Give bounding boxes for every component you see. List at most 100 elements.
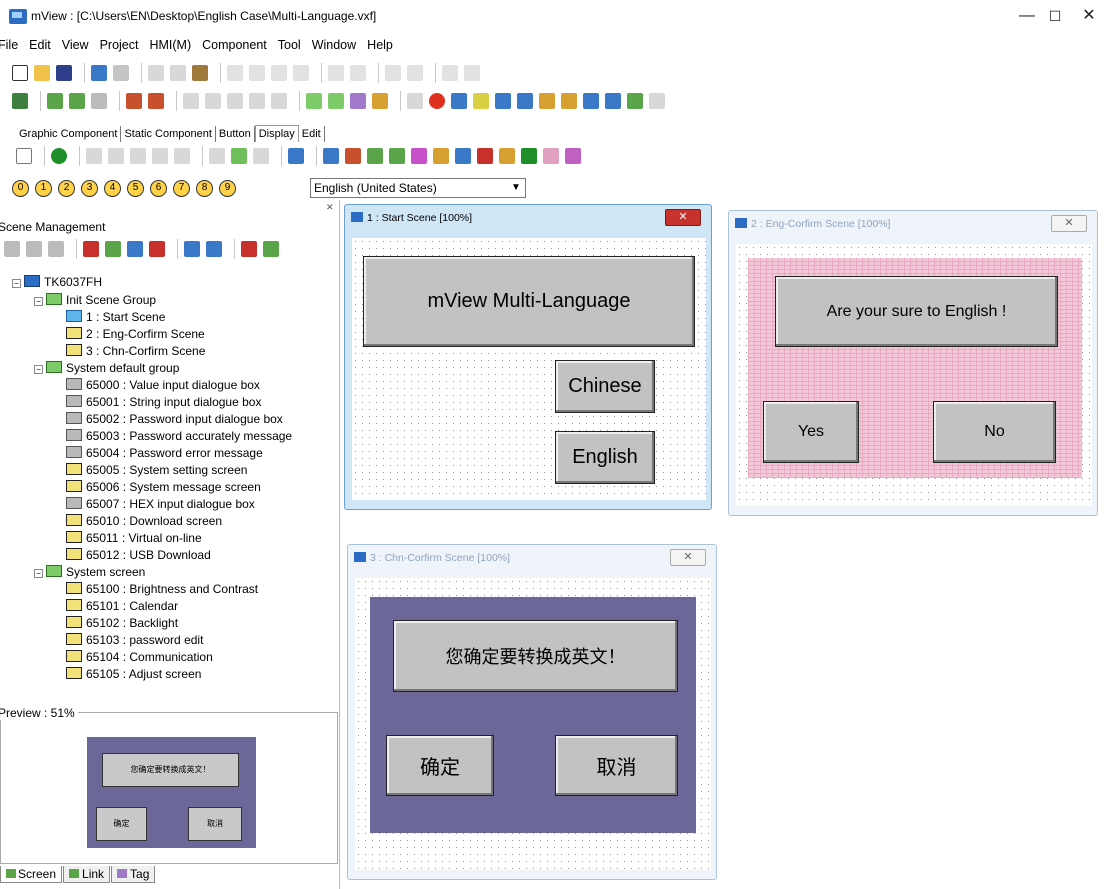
open-folder-icon[interactable] [34,65,50,81]
close-icon[interactable]: ✕ [670,549,706,566]
tree-item[interactable]: 65012 : USB Download [66,547,211,564]
menu-hmi[interactable]: HMI(M) [143,38,196,52]
tree-item[interactable]: 65105 : Adjust screen [66,666,201,683]
english-button[interactable]: English [555,431,655,484]
tree-item[interactable]: 65102 : Backlight [66,615,178,632]
picture-icon[interactable] [288,148,304,164]
menu-edit[interactable]: Edit [23,38,56,52]
bar-graph-icon[interactable] [209,148,225,164]
language-8-button[interactable]: 8 [196,179,213,197]
tree-item[interactable]: 65101 : Calendar [66,598,178,615]
calc-icon[interactable] [649,93,665,109]
link-icon[interactable] [328,93,344,109]
language-1-button[interactable]: 1 [35,179,52,197]
string-table-icon[interactable] [372,93,388,109]
scene-property-icon[interactable] [149,241,165,257]
same-width-icon[interactable] [350,65,366,81]
line-graph-icon[interactable] [411,148,427,164]
language-7-button[interactable]: 7 [173,179,190,197]
collapse-icon[interactable]: − [34,297,43,306]
language-2-button[interactable]: 2 [58,179,75,197]
chn-confirm-message[interactable]: 您确定要转换成英文！ [393,620,678,692]
recipe-icon[interactable] [407,93,423,109]
same-size-icon[interactable] [328,65,344,81]
tree-item[interactable]: 65100 : Brightness and Contrast [66,581,258,598]
event-table-icon[interactable] [477,148,493,164]
tree-item[interactable]: 65003 : Password accurately message [66,428,292,445]
tree-item-start-scene[interactable]: 1 : Start Scene [66,309,165,326]
close-icon[interactable]: ✕ [665,209,701,226]
tag-icon[interactable] [350,93,366,109]
menu-component[interactable]: Component [196,38,272,52]
collapse-icon[interactable]: − [34,569,43,578]
tab-screen[interactable]: Screen [0,866,63,883]
tree-item[interactable]: 65004 : Password error message [66,445,263,462]
arrow-icon[interactable] [521,148,537,164]
key-icon[interactable] [451,93,467,109]
tab-button[interactable]: Button [216,126,255,142]
chevron-down-icon[interactable]: ▼ [509,181,523,195]
eng-confirm-message[interactable]: Are your sure to English ! [775,276,1058,347]
cancel-button[interactable]: 取消 [555,735,678,796]
open-scene-icon[interactable] [184,241,200,257]
yes-button[interactable]: Yes [763,401,859,463]
font-icon[interactable] [464,65,480,81]
history-icon[interactable] [495,93,511,109]
distribute-icon[interactable] [293,65,309,81]
compile-icon[interactable] [12,93,28,109]
tool-icon[interactable] [627,93,643,109]
xy-plot-icon[interactable] [345,148,361,164]
tab-graphic-component[interactable]: Graphic Component [16,126,122,142]
window-icon[interactable] [605,93,621,109]
meter-icon[interactable] [231,148,247,164]
close-scene-icon[interactable] [206,241,222,257]
menu-tool[interactable]: Tool [272,38,306,52]
align-left-icon[interactable] [227,65,243,81]
delete-scene-icon[interactable] [127,241,143,257]
macro-icon[interactable] [539,93,555,109]
pie-icon[interactable] [367,148,383,164]
tree-item[interactable]: 65006 : System message screen [66,479,261,496]
undo-icon[interactable] [91,65,107,81]
recipe-table-icon[interactable] [499,148,515,164]
simulate-icon[interactable] [91,93,107,109]
align-center-icon[interactable] [271,65,287,81]
tab-tag[interactable]: Tag [111,866,156,883]
tree-item[interactable]: 65002 : Password input dialogue box [66,411,283,428]
tab-static-component[interactable]: Static Component [121,126,216,142]
pointer-icon[interactable] [16,148,32,164]
no-button[interactable]: No [933,401,1056,463]
screen-icon[interactable] [183,93,199,109]
language-select[interactable]: English (United States) ▼ [310,178,526,198]
language-9-button[interactable]: 9 [219,179,236,197]
close-button[interactable]: ✕ [1078,6,1100,26]
redo-icon[interactable] [113,65,129,81]
paste-icon[interactable] [192,65,208,81]
trend-icon[interactable] [517,93,533,109]
numeric-display-icon[interactable] [86,148,102,164]
snap-icon[interactable] [227,93,243,109]
grid-icon[interactable] [205,93,221,109]
data-table-icon[interactable] [433,148,449,164]
menu-view[interactable]: View [56,38,94,52]
tree-item-chn-scene[interactable]: 3 : Chn-Corfirm Scene [66,343,205,360]
wave-icon[interactable] [543,148,559,164]
bit-lamp-icon[interactable] [130,148,146,164]
tank-icon[interactable] [253,148,269,164]
group-edit-icon[interactable] [263,241,279,257]
tree-project[interactable]: − TK6037FH [12,274,102,291]
alarm-table-icon[interactable] [455,148,471,164]
trend-graph-icon[interactable] [323,148,339,164]
menu-file[interactable]: File [0,38,23,52]
history-graph-icon[interactable] [389,148,405,164]
copy-icon[interactable] [170,65,186,81]
menu-window[interactable]: Window [306,38,361,52]
tree-item[interactable]: 65103 : password edit [66,632,203,649]
close-icon[interactable]: ✕ [1051,215,1087,232]
tree-group-system-screen[interactable]: − System screen [34,564,145,581]
scene-tool-2-icon[interactable] [26,241,42,257]
tree-group-system-default[interactable]: − System default group [34,360,179,377]
tab-link[interactable]: Link [63,866,111,883]
word-lamp-icon[interactable] [152,148,168,164]
maximize-button[interactable]: ☐ [1044,6,1066,26]
